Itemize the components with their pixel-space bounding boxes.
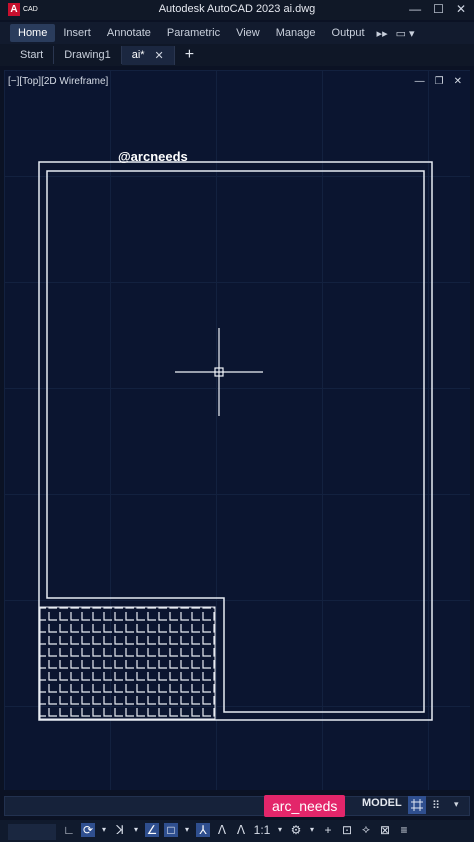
tab-output[interactable]: Output [324,24,373,42]
watermark-text: @arcneeds [118,149,188,164]
title-bar: A CAD Autodesk AutoCAD 2023 ai.dwg — ☐ ✕ [0,0,474,20]
object-snap-icon[interactable]: □ [164,822,178,837]
polar-tracking-icon[interactable]: ⟳ [81,822,95,837]
polar-dropdown-icon[interactable]: ▾ [100,825,108,834]
tab-insert[interactable]: Insert [55,24,99,42]
close-tab-icon[interactable]: ✕ [155,49,164,62]
maximize-icon[interactable]: ☐ [433,2,444,16]
gear-icon[interactable]: ⚙ [289,823,303,837]
scale-value[interactable]: 1:1 [253,823,271,837]
ortho-icon[interactable]: ∟ [62,823,76,837]
isolate-objects-icon[interactable]: ⊡ [340,823,354,837]
close-icon[interactable]: ✕ [456,2,466,16]
window-controls: — ☐ ✕ [409,2,466,16]
status-bar-left-panel [8,824,56,840]
tab-annotate[interactable]: Annotate [99,24,159,42]
doc-tab-ai[interactable]: ai* ✕ [121,45,175,65]
tab-view[interactable]: View [228,24,268,42]
annotation-scale-icon[interactable]: ᐱ [234,823,248,837]
ribbon-tabs: Home Insert Annotate Parametric View Man… [0,22,474,44]
clean-screen-icon[interactable]: ⊠ [378,823,392,837]
drawing-canvas [38,161,433,721]
object-snap-tracking-icon[interactable]: ∠ [145,822,159,837]
document-tabs: Start Drawing1 ai* ✕ + [0,44,474,66]
snap-mode-icon[interactable]: ⠿ [432,799,440,812]
drawing-viewport[interactable]: [−][Top][2D Wireframe] — ❐ ✕ @arcneeds [4,70,470,790]
object-snap-dropdown-icon[interactable]: ▾ [183,825,191,834]
scale-dropdown-icon[interactable]: ▾ [276,825,284,834]
crosshair-cursor-icon [175,328,263,416]
ribbon-options-icon[interactable]: ▭ ▾ [392,24,419,43]
hatch-block [39,606,216,720]
tab-home[interactable]: Home [10,24,56,42]
annotation-visibility-icon[interactable]: ⅄ [196,822,210,837]
user-badge: arc_needs [264,795,346,817]
isodraft-icon[interactable]: ꓘ [113,823,127,837]
new-tab-icon[interactable]: + [175,46,204,64]
doc-tab-start[interactable]: Start [10,46,55,64]
customization-menu-icon[interactable]: ≡ [397,823,411,837]
workspace-dropdown-icon[interactable]: ▾ [308,825,316,834]
minimize-icon[interactable]: — [409,2,421,16]
isodraft-dropdown-icon[interactable]: ▾ [132,825,140,834]
tab-manage[interactable]: Manage [268,24,324,42]
snap-dropdown-icon[interactable]: ▾ [454,799,459,810]
more-tabs-icon[interactable]: ▸▸ [373,24,392,43]
model-space-button[interactable]: MODEL [362,797,402,809]
hardware-acceleration-icon[interactable]: ⟡ [359,822,373,837]
plus-icon[interactable]: + [321,823,335,837]
tab-parametric[interactable]: Parametric [159,24,228,42]
status-tools: ∟ ⟳ ▾ ꓘ ▾ ∠ □ ▾ ⅄ ᐱ ᐱ 1:1 ▾ ⚙ ▾ + ⊡ ⟡ ⊠ … [62,822,411,837]
doc-tab-ai-label: ai* [131,48,145,61]
auto-scale-icon[interactable]: ᐱ [215,823,229,837]
grid-toggle-icon[interactable] [408,796,426,814]
doc-tab-drawing1[interactable]: Drawing1 [54,46,122,64]
window-title: Autodesk AutoCAD 2023 ai.dwg [158,3,316,15]
